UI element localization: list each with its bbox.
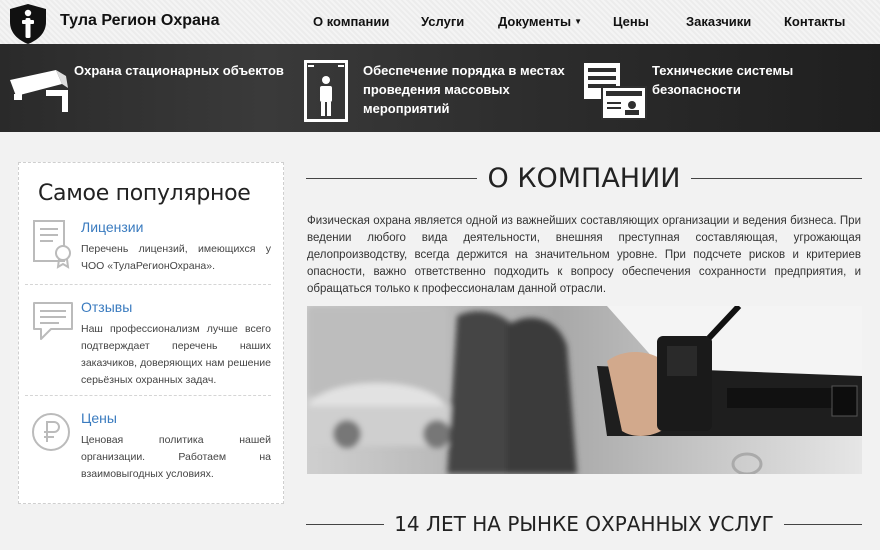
service-title-line: безопасности xyxy=(652,82,741,97)
popular-item-text: Перечень лицензий, имеющихся у ЧОО «Тула… xyxy=(81,243,271,272)
heading-rule xyxy=(783,523,862,525)
nav-clients[interactable]: Заказчики xyxy=(686,14,751,29)
heading-rule xyxy=(690,177,862,179)
nav-documents-label: Документы xyxy=(498,14,572,29)
service-title-line: Технические системы xyxy=(652,63,794,78)
popular-sidebar: Самое популярное Лицензии Перечень лицен… xyxy=(18,162,284,504)
main-nav: О компании Услуги Документы ▼ Цены Заказч… xyxy=(0,14,880,30)
about-heading: О КОМПАНИИ xyxy=(306,162,862,194)
popular-item-title[interactable]: Отзывы xyxy=(81,299,132,315)
service-title-line: мероприятий xyxy=(363,101,450,116)
nav-contacts[interactable]: Контакты xyxy=(784,14,845,29)
heading-rule xyxy=(306,177,478,179)
about-paragraph: Физическая охрана является одной из важн… xyxy=(307,215,861,295)
security-camera-icon xyxy=(10,70,68,112)
divider xyxy=(25,395,271,396)
years-heading: 14 ЛЕТ НА РЫНКЕ ОХРАННЫХ УСЛУГ xyxy=(306,509,862,539)
about-heading-text: О КОМПАНИИ xyxy=(487,162,681,194)
popular-item-reviews: Отзывы Наш профессионализм лучше всего п… xyxy=(25,299,271,399)
services-band: Охрана стационарных объектов Обеспечение… xyxy=(0,44,880,132)
heading-rule xyxy=(306,523,385,525)
certificate-icon xyxy=(33,220,71,269)
service-title-line: проведения массовых xyxy=(363,82,510,97)
chevron-down-icon: ▼ xyxy=(574,17,583,26)
nav-prices[interactable]: Цены xyxy=(613,14,649,29)
nav-about[interactable]: О компании xyxy=(313,14,389,29)
metal-detector-gate-icon xyxy=(304,60,348,122)
guard-with-radio-image xyxy=(307,306,862,474)
service-technical-systems[interactable]: Технические системы безопасности xyxy=(580,44,880,132)
popular-item-text: Ценовая политика нашей организации. Рабо… xyxy=(81,434,271,480)
top-navbar: Тула Регион Охрана О компании Услуги Док… xyxy=(0,0,880,44)
service-mass-events[interactable]: Обеспечение порядка в местах проведения … xyxy=(300,44,580,132)
nav-services[interactable]: Услуги xyxy=(421,14,464,29)
guard-photo xyxy=(307,306,862,474)
ruble-icon xyxy=(32,413,70,451)
sidebar-title: Самое популярное xyxy=(38,181,251,206)
popular-item-title[interactable]: Лицензии xyxy=(81,219,143,235)
years-heading-text: 14 ЛЕТ НА РЫНКЕ ОХРАННЫХ УСЛУГ xyxy=(394,512,774,536)
divider xyxy=(25,284,271,285)
popular-item-licenses: Лицензии Перечень лицензий, имеющихся у … xyxy=(25,219,271,299)
service-title-line: Обеспечение порядка в местах xyxy=(363,63,565,78)
service-title: Охрана стационарных объектов xyxy=(74,63,284,78)
popular-item-prices: Цены Ценовая политика нашей организации.… xyxy=(25,410,271,490)
service-stationary-guard[interactable]: Охрана стационарных объектов xyxy=(0,44,290,132)
speech-bubble-icon xyxy=(33,302,73,340)
nav-documents[interactable]: Документы ▼ xyxy=(498,14,582,29)
popular-item-title[interactable]: Цены xyxy=(81,410,117,426)
id-card-system-icon xyxy=(584,63,647,120)
popular-item-text: Наш профессионализм лучше всего подтверж… xyxy=(81,323,271,386)
